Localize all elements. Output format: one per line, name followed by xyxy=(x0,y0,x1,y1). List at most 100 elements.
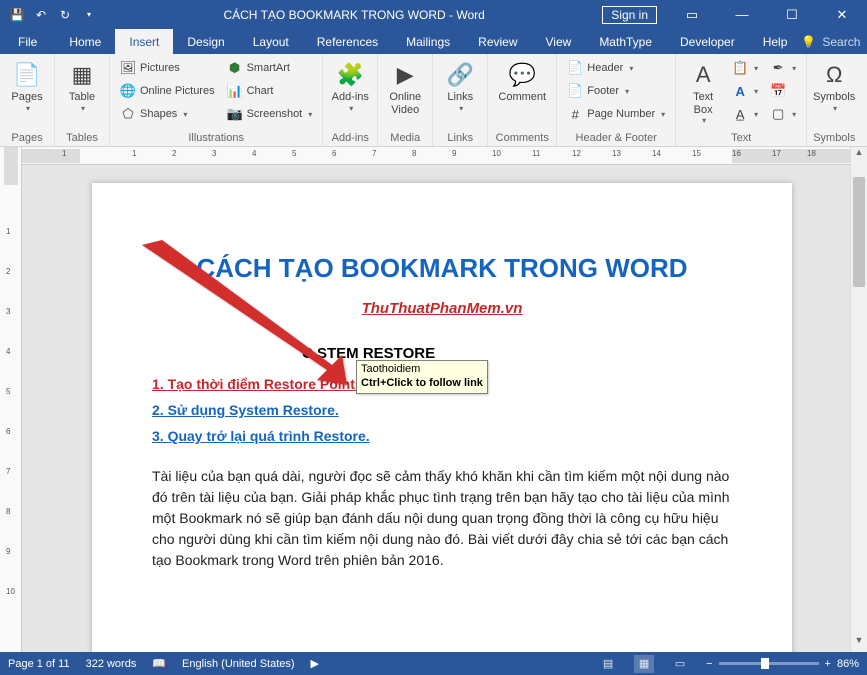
object-button[interactable]: ▢▾ xyxy=(766,103,800,125)
pages-button[interactable]: 📄Pages▾ xyxy=(6,57,48,115)
footer-button[interactable]: 📄Footer▾ xyxy=(563,80,669,102)
comment-button[interactable]: 💬Comment xyxy=(494,57,550,106)
document-area[interactable]: CÁCH TẠO BOOKMARK TRONG WORD ThuThuatPha… xyxy=(22,165,850,652)
workspace: 1 2 3 4 5 6 7 8 9 10 1 1 2 3 4 5 6 7 8 9… xyxy=(0,147,867,652)
group-label-media: Media xyxy=(384,131,426,146)
shapes-button[interactable]: ⬠Shapes▾ xyxy=(116,103,219,125)
minimize-button[interactable]: — xyxy=(719,0,765,29)
online-video-button[interactable]: ▶Online Video xyxy=(384,57,426,118)
zoom-in-button[interactable]: + xyxy=(825,658,831,670)
doc-subtitle: ThuThuatPhanMem.vn xyxy=(152,300,732,317)
group-symbols: ΩSymbols▾ Symbols xyxy=(807,54,861,146)
smartart-button[interactable]: ⬢SmartArt xyxy=(223,57,317,79)
page-number-button[interactable]: #Page Number▾ xyxy=(563,103,669,125)
search-box[interactable]: Search xyxy=(822,35,860,49)
group-comments: 💬Comment Comments xyxy=(488,54,557,146)
maximize-button[interactable]: ☐ xyxy=(769,0,815,29)
status-spell-check-icon[interactable]: 📖 xyxy=(152,657,166,670)
close-button[interactable]: ✕ xyxy=(819,0,865,29)
quick-parts-button[interactable]: 📋▾ xyxy=(728,57,762,79)
symbols-button[interactable]: ΩSymbols▾ xyxy=(813,57,855,115)
wordart-button[interactable]: A▾ xyxy=(728,80,762,102)
qat-customize-icon[interactable]: ▾ xyxy=(78,4,100,26)
doc-body-paragraph: Tài liệu của bạn quá dài, người đọc sẽ c… xyxy=(152,466,732,571)
group-label-tables: Tables xyxy=(61,131,103,146)
group-addins: 🧩Add-ins▾ Add-ins xyxy=(323,54,378,146)
toc-item-3[interactable]: 3. Quay trở lại quá trình Restore. xyxy=(152,428,732,444)
pictures-button[interactable]: 🖼Pictures xyxy=(116,57,219,79)
smartart-icon: ⬢ xyxy=(227,60,243,76)
save-icon[interactable]: 💾 xyxy=(6,4,28,26)
table-button[interactable]: ▦Table▾ xyxy=(61,57,103,115)
tab-insert[interactable]: Insert xyxy=(115,29,173,54)
date-time-button[interactable]: 📅 xyxy=(766,80,800,102)
chart-icon: 📊 xyxy=(227,83,243,99)
ribbon-display-options-icon[interactable]: ▭ xyxy=(669,0,715,29)
link-icon: 🔗 xyxy=(444,59,476,91)
tab-help[interactable]: Help xyxy=(749,29,802,54)
group-links: 🔗Links▾ Links xyxy=(433,54,488,146)
redo-icon[interactable]: ↻ xyxy=(54,4,76,26)
footer-icon: 📄 xyxy=(567,83,583,99)
online-pictures-button[interactable]: 🌐Online Pictures xyxy=(116,80,219,102)
chart-button[interactable]: 📊Chart xyxy=(223,80,317,102)
horizontal-ruler[interactable]: 1 1 2 3 4 5 6 7 8 9 10 11 12 13 14 15 16… xyxy=(22,147,850,165)
zoom-out-button[interactable]: − xyxy=(706,658,712,670)
zoom-slider[interactable] xyxy=(719,662,819,665)
tab-home[interactable]: Home xyxy=(55,29,115,54)
view-web-layout-icon[interactable]: ▭ xyxy=(670,655,690,673)
view-print-layout-icon[interactable]: ▦ xyxy=(634,655,654,673)
addins-button[interactable]: 🧩Add-ins▾ xyxy=(329,57,371,115)
tooltip-instruction: Ctrl+Click to follow link xyxy=(361,377,483,391)
vertical-scrollbar[interactable]: ▲ ▼ xyxy=(850,147,867,652)
view-read-mode-icon[interactable]: ▤ xyxy=(598,655,618,673)
tab-design[interactable]: Design xyxy=(173,29,238,54)
tab-mathtype[interactable]: MathType xyxy=(585,29,666,54)
tab-review[interactable]: Review xyxy=(464,29,531,54)
tab-view[interactable]: View xyxy=(532,29,586,54)
status-word-count[interactable]: 322 words xyxy=(86,658,137,670)
links-button[interactable]: 🔗Links▾ xyxy=(439,57,481,115)
group-label-addins: Add-ins xyxy=(329,131,371,146)
addins-icon: 🧩 xyxy=(334,59,366,91)
pages-icon: 📄 xyxy=(11,59,43,91)
group-pages: 📄Pages▾ Pages xyxy=(0,54,55,146)
sign-in-button[interactable]: Sign in xyxy=(602,6,657,24)
vertical-ruler[interactable]: 1 2 3 4 5 6 7 8 9 10 xyxy=(0,147,22,652)
undo-icon[interactable]: ↶ xyxy=(30,4,52,26)
online-pictures-icon: 🌐 xyxy=(120,83,136,99)
drop-cap-button[interactable]: A̲▾ xyxy=(728,103,762,125)
wordart-icon: A xyxy=(732,83,748,99)
document-page[interactable]: CÁCH TẠO BOOKMARK TRONG WORD ThuThuatPha… xyxy=(92,183,792,652)
screenshot-icon: 📷 xyxy=(227,106,243,122)
scroll-thumb[interactable] xyxy=(853,177,865,287)
status-macro-icon[interactable]: ▶ xyxy=(311,657,319,670)
toc-item-2[interactable]: 2. Sử dụng System Restore. xyxy=(152,402,732,418)
tell-me-bulb-icon[interactable]: 💡 xyxy=(801,35,816,49)
text-box-button[interactable]: AText Box▾ xyxy=(682,57,724,127)
status-language[interactable]: English (United States) xyxy=(182,658,295,670)
screenshot-button[interactable]: 📷Screenshot▾ xyxy=(223,103,317,125)
hyperlink-tooltip: Taothoidiem Ctrl+Click to follow link xyxy=(356,360,488,394)
table-icon: ▦ xyxy=(66,59,98,91)
tab-developer[interactable]: Developer xyxy=(666,29,749,54)
zoom-slider-thumb[interactable] xyxy=(761,658,769,669)
group-text: AText Box▾ 📋▾ A▾ A̲▾ ✒▾ 📅 ▢▾ Text xyxy=(676,54,807,146)
tab-mailings[interactable]: Mailings xyxy=(392,29,464,54)
date-time-icon: 📅 xyxy=(770,83,786,99)
tooltip-target: Taothoidiem xyxy=(361,363,483,377)
scroll-down-icon[interactable]: ▼ xyxy=(851,635,867,652)
window-title: CÁCH TẠO BOOKMARK TRONG WORD - Word xyxy=(106,8,602,22)
header-button[interactable]: 📄Header▾ xyxy=(563,57,669,79)
signature-line-button[interactable]: ✒▾ xyxy=(766,57,800,79)
tab-references[interactable]: References xyxy=(303,29,392,54)
tab-layout[interactable]: Layout xyxy=(239,29,303,54)
scroll-up-icon[interactable]: ▲ xyxy=(851,147,867,164)
group-illustrations: 🖼Pictures 🌐Online Pictures ⬠Shapes▾ ⬢Sma… xyxy=(110,54,323,146)
zoom-level[interactable]: 86% xyxy=(837,658,859,670)
tab-file[interactable]: File xyxy=(0,29,55,54)
ribbon-insert: 📄Pages▾ Pages ▦Table▾ Tables 🖼Pictures 🌐… xyxy=(0,54,867,147)
group-header-footer: 📄Header▾ 📄Footer▾ #Page Number▾ Header &… xyxy=(557,54,676,146)
status-page[interactable]: Page 1 of 11 xyxy=(8,658,70,670)
doc-title: CÁCH TẠO BOOKMARK TRONG WORD xyxy=(152,253,732,284)
